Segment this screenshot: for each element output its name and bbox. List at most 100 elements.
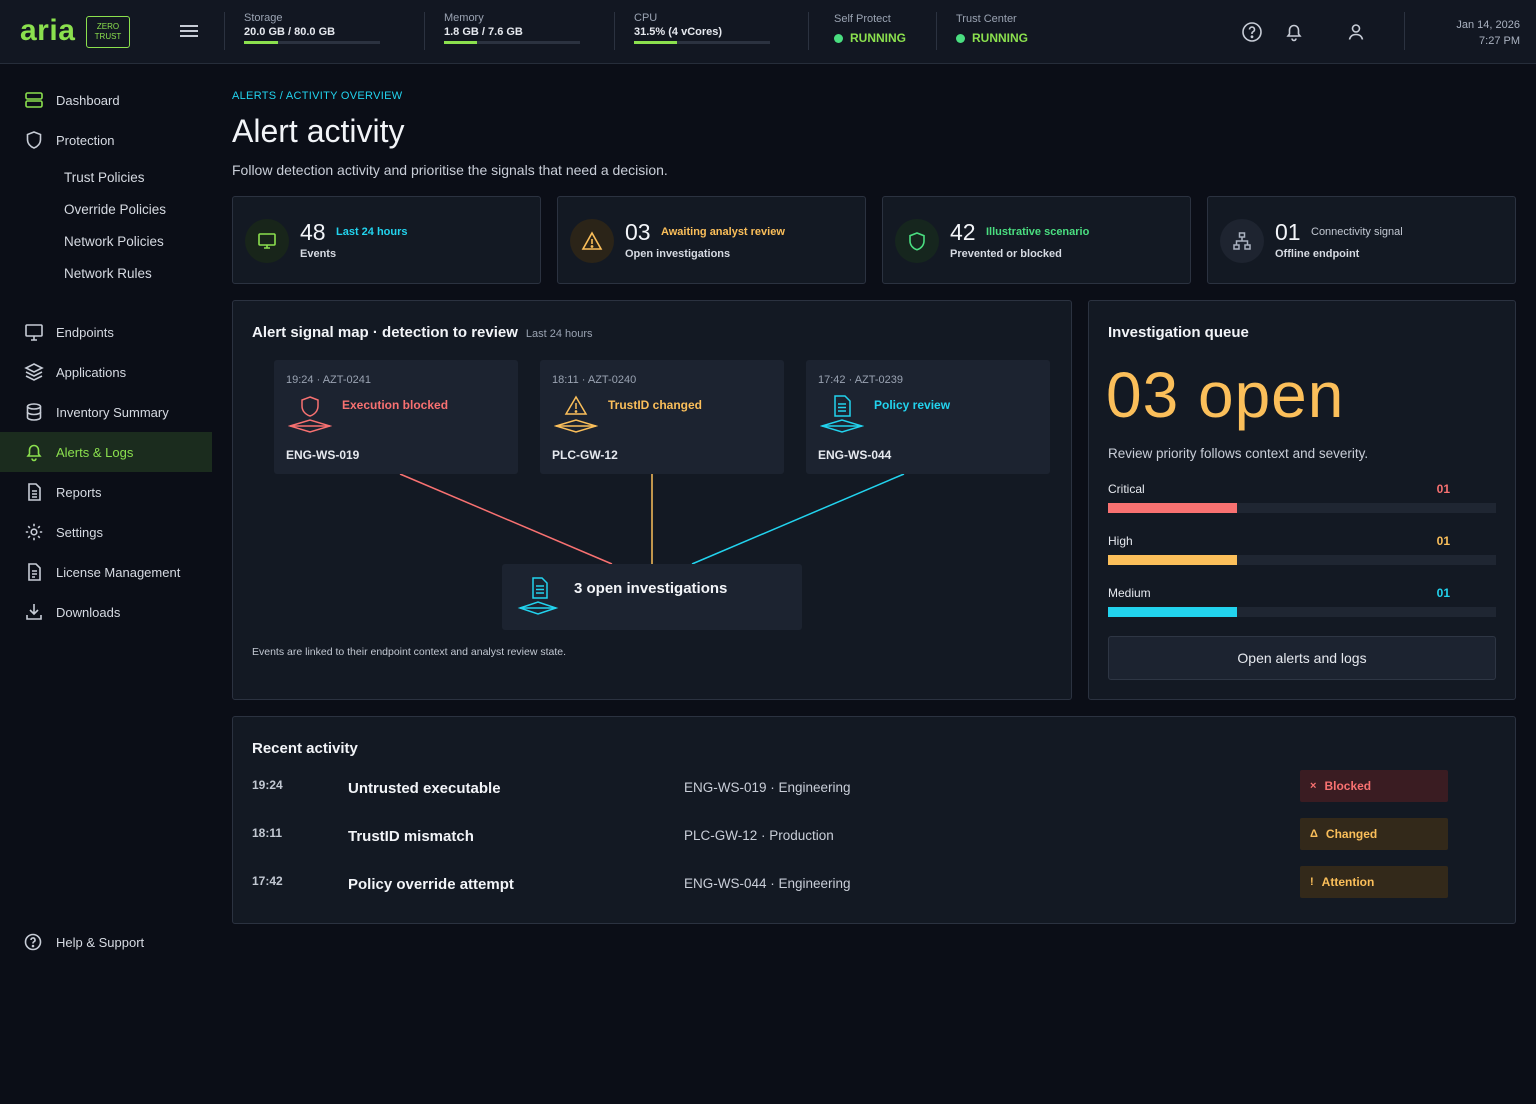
divider xyxy=(808,12,809,50)
signal-node-host: PLC-GW-12 xyxy=(552,448,618,462)
attention-icon: ! xyxy=(1310,876,1314,888)
sidebar-item-label: Inventory Summary xyxy=(56,404,169,420)
signal-node-meta: 18:11 · AZT-0240 xyxy=(552,374,637,386)
memory-label: Memory xyxy=(444,12,484,24)
severity-fill xyxy=(1108,555,1238,565)
stat-value: 03 xyxy=(625,219,651,245)
signal-map-period: Last 24 hours xyxy=(525,328,593,340)
stat-card-prevented: 42 Illustrative scenario Prevented or bl… xyxy=(882,196,1191,284)
sidebar-item-protection[interactable]: Protection xyxy=(0,120,212,160)
sidebar-item-label: Protection xyxy=(56,132,115,148)
network-icon xyxy=(1220,219,1264,263)
stat-tag: Awaiting analyst review xyxy=(661,226,785,238)
hamburger-menu-icon[interactable] xyxy=(180,22,198,42)
sidebar-item-settings[interactable]: Settings xyxy=(0,512,212,552)
severity-medium: Medium 01 xyxy=(1108,586,1496,626)
sidebar-item-applications[interactable]: Applications xyxy=(0,352,212,392)
self-protect-value: RUNNING xyxy=(850,31,906,45)
sidebar-item-downloads[interactable]: Downloads xyxy=(0,592,212,632)
severity-name: High xyxy=(1108,534,1133,548)
signal-map-title: Alert signal map · detection to review La… xyxy=(252,324,593,341)
license-document-icon xyxy=(24,562,44,582)
server-icon xyxy=(24,90,44,110)
datetime: Jan 14, 2026 7:27 PM xyxy=(1456,17,1520,49)
storage-bar-fill xyxy=(244,41,278,44)
sidebar-item-inventory-summary[interactable]: Inventory Summary xyxy=(0,392,212,432)
sidebar-item-network-policies[interactable]: Network Policies xyxy=(64,234,164,249)
brand-logo[interactable]: aria xyxy=(20,14,75,48)
signal-node-trustid-changed[interactable]: 18:11 · AZT-0240 TrustID changed PLC-GW-… xyxy=(540,360,784,474)
storage-label: Storage xyxy=(244,12,283,24)
status-badge-label: Blocked xyxy=(1324,779,1372,793)
stat-caption: Open investigations xyxy=(625,248,731,260)
activity-time: 17:42 xyxy=(252,874,283,888)
brand-badge-line1: ZERO xyxy=(96,22,120,31)
sidebar-item-help-support[interactable]: Help & Support xyxy=(0,922,212,962)
signal-node-execution-blocked[interactable]: 19:24 · AZT-0241 Execution blocked ENG-W… xyxy=(274,360,518,474)
queue-description: Review priority follows context and seve… xyxy=(1108,446,1369,461)
layers-icon xyxy=(24,362,44,382)
sidebar-item-label: Dashboard xyxy=(56,92,120,108)
sidebar-item-trust-policies[interactable]: Trust Policies xyxy=(64,170,145,185)
monitor-icon xyxy=(24,322,44,342)
signal-node-host: ENG-WS-044 xyxy=(818,448,892,462)
status-dot-icon xyxy=(834,33,843,43)
status-badge-label: Attention xyxy=(1321,875,1375,889)
database-icon xyxy=(24,402,44,422)
activity-host: ENG-WS-019 · Engineering xyxy=(684,780,851,795)
memory-metric: Memory 1.8 GB / 7.6 GB xyxy=(444,12,580,44)
signal-node-meta: 19:24 · AZT-0241 xyxy=(286,374,371,386)
sidebar-item-reports[interactable]: Reports xyxy=(0,472,212,512)
sidebar-item-dashboard[interactable]: Dashboard xyxy=(0,80,212,120)
sidebar-item-label: Settings xyxy=(56,524,103,540)
changed-icon: Δ xyxy=(1310,828,1318,840)
open-alerts-logs-button[interactable]: Open alerts and logs xyxy=(1108,636,1496,680)
download-icon xyxy=(24,602,44,622)
sidebar: Dashboard Protection Trust Policies Over… xyxy=(0,64,212,1104)
help-icon[interactable] xyxy=(1241,21,1263,43)
cpu-bar xyxy=(634,41,770,44)
open-investigations-node[interactable]: 3 open investigations xyxy=(502,564,802,630)
cpu-label: CPU xyxy=(634,12,658,24)
document-icon xyxy=(24,482,44,502)
user-icon[interactable] xyxy=(1345,21,1367,43)
gear-icon xyxy=(24,522,44,542)
signal-node-label: Policy review xyxy=(874,398,951,412)
investigation-queue-title: Investigation queue xyxy=(1108,324,1249,341)
shield-icon xyxy=(24,130,44,150)
sidebar-item-label: Help & Support xyxy=(56,934,145,950)
sidebar-item-override-policies[interactable]: Override Policies xyxy=(64,202,166,217)
severity-track xyxy=(1108,555,1496,565)
activity-event: Untrusted executable xyxy=(348,780,501,797)
trust-center-status: Trust Center RUNNING xyxy=(956,13,1028,45)
self-protect-label: Self Protect xyxy=(834,13,891,25)
signal-node-meta: 17:42 · AZT-0239 xyxy=(818,374,903,386)
bell-icon xyxy=(24,442,44,462)
table-row[interactable]: 18:11 TrustID mismatch PLC-GW-12 · Produ… xyxy=(252,818,1452,866)
sidebar-item-network-rules[interactable]: Network Rules xyxy=(64,266,152,281)
signal-node-policy-review[interactable]: 17:42 · AZT-0239 Policy review ENG-WS-04… xyxy=(806,360,1050,474)
breadcrumb[interactable]: ALERTS / ACTIVITY OVERVIEW xyxy=(232,90,402,102)
brand-badge-line2: TRUST xyxy=(94,32,122,41)
sidebar-item-endpoints[interactable]: Endpoints xyxy=(0,312,212,352)
signal-node-host: ENG-WS-019 xyxy=(286,448,360,462)
stat-card-offline-endpoint: 01 Connectivity signal Offline endpoint xyxy=(1207,196,1516,284)
stat-value: 01 xyxy=(1275,219,1301,245)
sidebar-item-alerts-logs[interactable]: Alerts & Logs xyxy=(0,432,212,472)
table-row[interactable]: 19:24 Untrusted executable ENG-WS-019 · … xyxy=(252,770,1452,818)
self-protect-status: Self Protect RUNNING xyxy=(834,13,906,45)
severity-name: Critical xyxy=(1108,482,1145,496)
stat-caption: Offline endpoint xyxy=(1275,248,1360,260)
severity-critical: Critical 01 xyxy=(1108,482,1496,522)
activity-time: 19:24 xyxy=(252,778,283,792)
warning-icon xyxy=(554,395,598,433)
shield-icon xyxy=(895,219,939,263)
sidebar-item-license-management[interactable]: License Management xyxy=(0,552,212,592)
table-row[interactable]: 17:42 Policy override attempt ENG-WS-044… xyxy=(252,866,1452,914)
trust-center-label: Trust Center xyxy=(956,13,1017,25)
cpu-value: 31.5% (4 vCores) xyxy=(634,26,723,38)
blocked-icon: × xyxy=(1310,780,1317,792)
signal-node-label: TrustID changed xyxy=(608,398,703,412)
bell-icon[interactable] xyxy=(1283,21,1305,43)
severity-track xyxy=(1108,503,1496,513)
